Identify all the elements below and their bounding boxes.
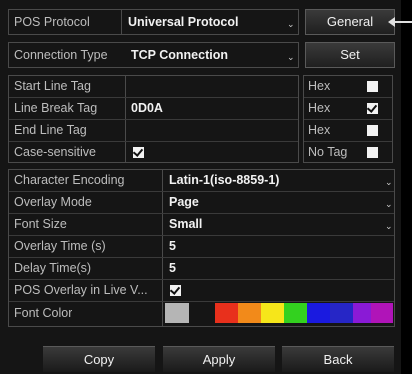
line-break-tag-label: Line Break Tag [14, 101, 98, 115]
font-size-select[interactable]: Small [169, 215, 202, 233]
color-swatch-red[interactable] [215, 303, 238, 323]
line-break-hex-checkbox[interactable] [367, 103, 378, 114]
no-tag-checkbox[interactable] [367, 147, 378, 158]
connection-type-select[interactable]: TCP Connection [131, 46, 228, 64]
line-break-tag-input[interactable]: 0D0A [131, 99, 291, 117]
general-button[interactable]: General [305, 9, 395, 35]
pos-settings-panel: POS Protocol Universal Protocol ⌄ Genera… [0, 0, 412, 374]
color-swatch-purple[interactable] [371, 303, 393, 323]
copy-button[interactable]: Copy [43, 346, 155, 372]
pos-protocol-select[interactable]: Universal Protocol [128, 13, 238, 31]
apply-button[interactable]: Apply [163, 346, 275, 372]
divider [304, 141, 392, 142]
color-swatch-green[interactable] [284, 303, 307, 323]
pos-overlay-live-checkbox[interactable] [170, 285, 181, 296]
chevron-down-icon[interactable]: ⌄ [385, 221, 393, 231]
color-swatch-blue[interactable] [307, 303, 330, 323]
font-color-label: Font Color [14, 306, 73, 320]
start-line-hex-label: Hex [308, 79, 331, 93]
end-line-tag-label: End Line Tag [14, 123, 87, 137]
divider [9, 191, 394, 192]
set-button[interactable]: Set [305, 42, 395, 68]
no-tag-label: No Tag [308, 145, 348, 159]
divider [9, 97, 298, 98]
end-line-hex-checkbox[interactable] [367, 125, 378, 136]
character-encoding-select[interactable]: Latin-1(iso-8859-1) [169, 171, 279, 189]
case-sensitive-checkbox[interactable] [133, 147, 144, 158]
divider [304, 97, 392, 98]
overlay-time-input[interactable]: 5 [169, 237, 379, 255]
divider [9, 301, 394, 302]
pos-protocol-label: POS Protocol [14, 15, 90, 29]
connection-type-label: Connection Type [14, 48, 108, 62]
chevron-down-icon[interactable]: ⌄ [385, 199, 393, 209]
chevron-down-icon[interactable]: ⌄ [287, 52, 295, 62]
delay-time-input[interactable]: 5 [169, 259, 379, 277]
divider [9, 257, 394, 258]
pos-overlay-live-label: POS Overlay in Live V... [14, 283, 148, 297]
divider [121, 9, 122, 35]
divider [162, 169, 163, 327]
overlay-mode-label: Overlay Mode [14, 195, 92, 209]
divider [9, 119, 298, 120]
back-button[interactable]: Back [282, 346, 394, 372]
chevron-down-icon[interactable]: ⌄ [385, 177, 393, 187]
color-swatch-orange[interactable] [238, 303, 261, 323]
selected-font-color-swatch[interactable] [165, 303, 189, 323]
chevron-down-icon[interactable]: ⌄ [287, 19, 295, 29]
color-swatch-violet[interactable] [353, 303, 371, 323]
line-break-hex-label: Hex [308, 101, 331, 115]
end-line-hex-label: Hex [308, 123, 331, 137]
divider [9, 141, 298, 142]
pointer-arrow-icon [388, 17, 412, 27]
delay-time-label: Delay Time(s) [14, 261, 92, 275]
character-encoding-label: Character Encoding [14, 173, 125, 187]
start-line-hex-checkbox[interactable] [367, 81, 378, 92]
case-sensitive-label: Case-sensitive [14, 145, 96, 159]
color-swatch-indigo[interactable] [330, 303, 353, 323]
divider [304, 119, 392, 120]
overlay-mode-select[interactable]: Page [169, 193, 199, 211]
start-line-tag-label: Start Line Tag [14, 79, 91, 93]
divider [9, 235, 394, 236]
divider [9, 279, 394, 280]
color-swatch-yellow[interactable] [261, 303, 284, 323]
overlay-time-label: Overlay Time (s) [14, 239, 106, 253]
divider [9, 213, 394, 214]
font-size-label: Font Size [14, 217, 67, 231]
